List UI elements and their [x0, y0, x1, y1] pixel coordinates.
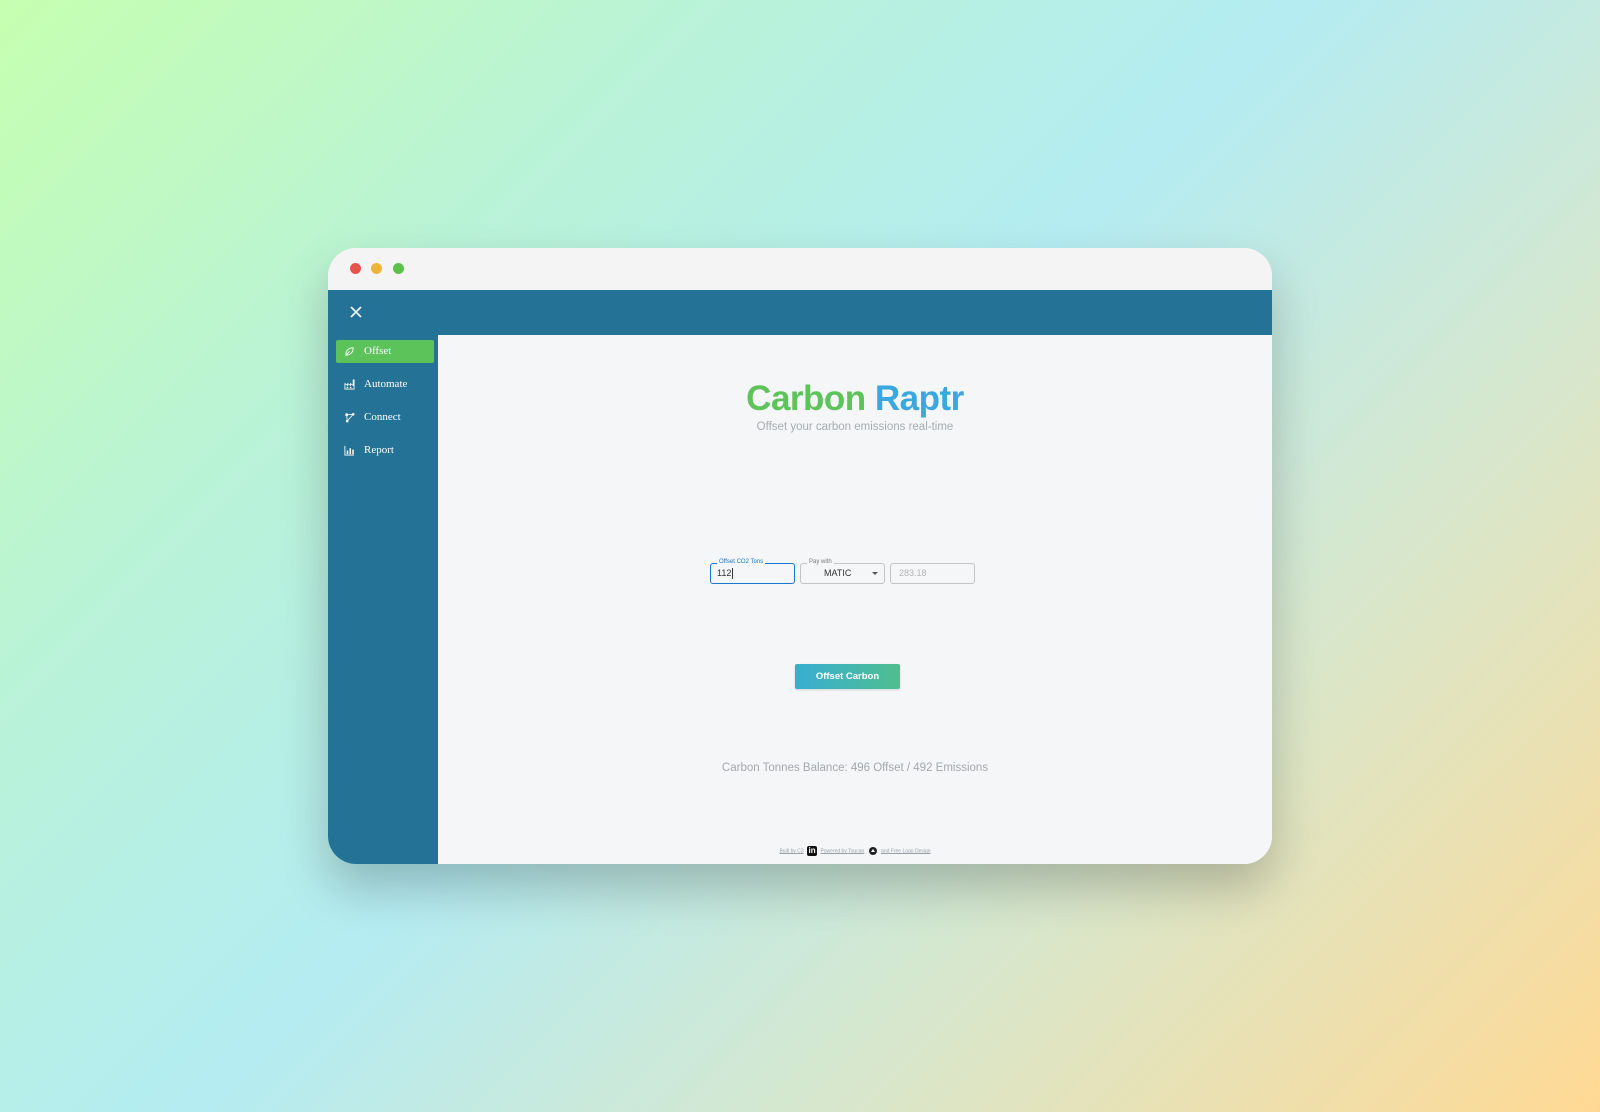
- close-window-button[interactable]: [350, 263, 361, 274]
- factory-icon: [344, 379, 355, 390]
- bar-chart-icon: [344, 445, 355, 456]
- pay-with-value: MATIC: [824, 568, 852, 578]
- brand-word-carbon: Carbon: [746, 379, 866, 418]
- co2-tons-input[interactable]: [717, 566, 787, 580]
- minimize-window-button[interactable]: [371, 263, 382, 274]
- window-titlebar: [328, 248, 1272, 290]
- leaf-icon: [345, 347, 354, 356]
- chevron-down-icon: [872, 572, 878, 575]
- built-by-link[interactable]: Built by C3: [779, 848, 803, 854]
- linkedin-icon[interactable]: in: [807, 846, 818, 856]
- brand-word-raptr: Raptr: [874, 379, 964, 418]
- pay-with-select[interactable]: Pay with MATIC: [800, 557, 885, 584]
- close-icon: [350, 306, 362, 318]
- bird-logo-icon: [868, 847, 877, 855]
- carbon-balance: Carbon Tonnes Balance: 496 Offset / 492 …: [721, 762, 989, 774]
- sidebar-item-label: Report: [364, 444, 394, 456]
- sidebar-item-automate[interactable]: Automate: [336, 373, 434, 396]
- sidebar-item-report[interactable]: Report: [336, 439, 434, 462]
- app-bar: [328, 290, 1272, 335]
- sidebar-item-offset[interactable]: Offset: [336, 340, 434, 363]
- footer: Built by C3 in Powered by Toucan and Fre…: [438, 846, 1272, 858]
- pay-with-label: Pay with: [807, 557, 834, 567]
- sidebar-item-label: Connect: [364, 411, 401, 423]
- offset-carbon-button[interactable]: Offset Carbon: [795, 664, 900, 689]
- cost-value: 283.18: [899, 568, 927, 578]
- maximize-window-button[interactable]: [393, 263, 404, 274]
- sidebar-item-label: Offset: [364, 345, 392, 357]
- co2-tons-field[interactable]: Offset CO2 Tons: [710, 557, 795, 584]
- sidebar-item-label: Automate: [364, 378, 408, 390]
- cost-field: 283.18: [890, 563, 975, 584]
- sidebar: Offset Automate Connect Report: [328, 335, 438, 864]
- sidebar-item-connect[interactable]: Connect: [336, 406, 434, 429]
- main-content: Carbon Raptr Offset your carbon emission…: [438, 335, 1272, 864]
- powered-by-link[interactable]: Powered by Toucan: [820, 848, 864, 854]
- network-icon: [345, 413, 355, 423]
- close-drawer-button[interactable]: [342, 298, 370, 326]
- tagline: Offset your carbon emissions real-time: [756, 421, 954, 433]
- app-window: Offset Automate Connect Report Carbon Ra…: [328, 248, 1272, 864]
- logo-design-link[interactable]: and Free Logo Design: [881, 848, 930, 854]
- brand-title: Carbon Raptr: [438, 379, 1272, 419]
- text-cursor: [732, 568, 733, 579]
